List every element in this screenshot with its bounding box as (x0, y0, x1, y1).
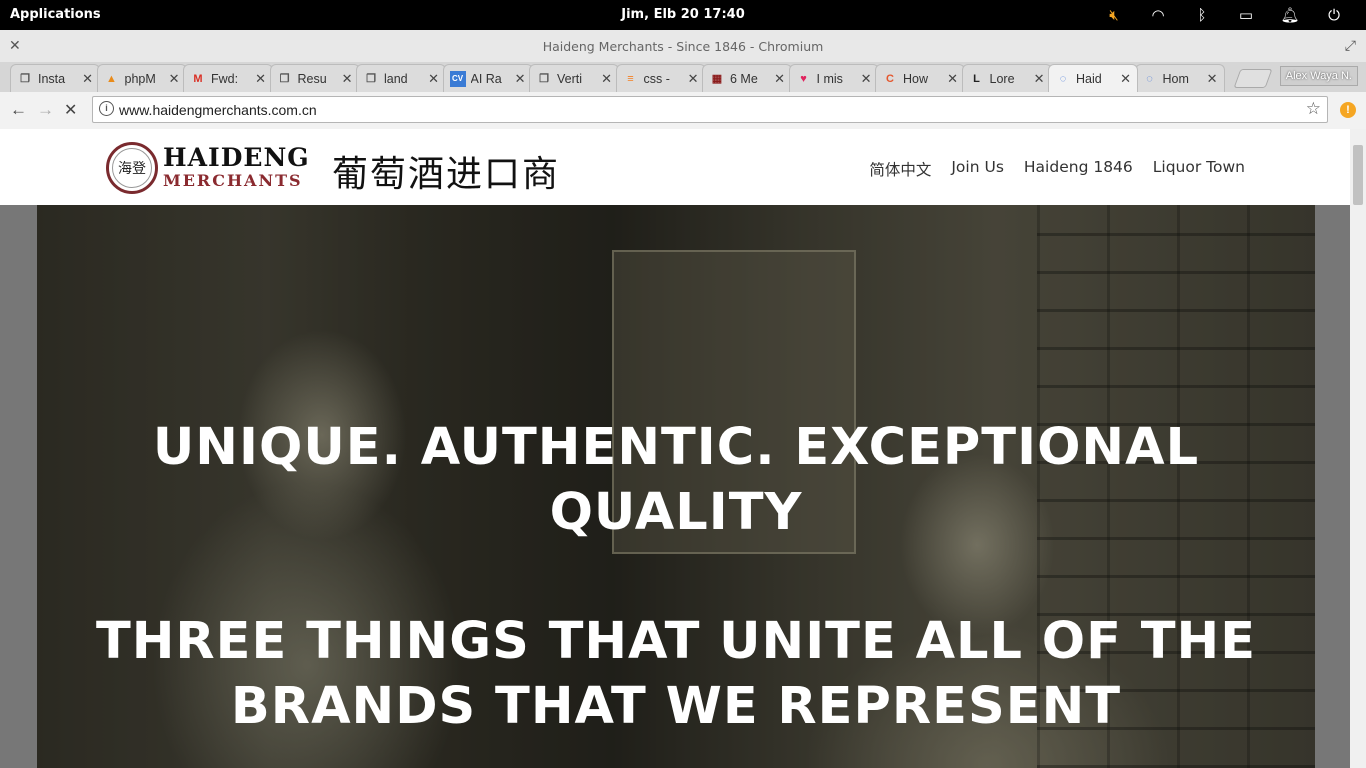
back-arrow-icon[interactable]: ← (10, 100, 27, 120)
window-titlebar: ✕ Haideng Merchants - Since 1846 - Chrom… (0, 30, 1366, 63)
stackoverflow-icon: ≡ (627, 72, 634, 85)
browser-tab[interactable]: ▲ phpM ✕ (96, 64, 187, 92)
tab-label: phpM (124, 71, 156, 86)
tab-close-icon[interactable]: ✕ (82, 71, 93, 87)
tab-close-icon[interactable]: ✕ (688, 71, 699, 87)
browser-tab[interactable]: ▦ 6 Me ✕ (702, 64, 792, 92)
c-icon: C (886, 72, 894, 85)
phpmyadmin-icon: ▲ (106, 72, 117, 85)
page-icon: ❐ (539, 73, 549, 85)
hero-headline-2: THREE THINGS THAT UNITE ALL OF THE BRAND… (95, 612, 1257, 736)
tab-label: AI Ra (470, 71, 502, 86)
tab-strip: ❐ Insta ✕ ▲ phpM ✕ M Fwd: ✕ ❐ Resu ✕ ❐ land ✕ CV AI Ra ✕ ❐… (0, 62, 1366, 92)
tab-close-icon[interactable]: ✕ (601, 71, 612, 87)
wifi-icon[interactable]: ◠ (1136, 6, 1180, 24)
browser-tab[interactable]: L Lore ✕ (961, 64, 1052, 92)
address-bar[interactable]: i www.haidengmerchants.com.cn ☆ (92, 96, 1328, 123)
tab-label: Hom (1162, 71, 1189, 86)
tab-label: Resu (297, 71, 327, 86)
hero-headline-1: UNIQUE. AUTHENTIC. EXCEPTIONAL QUALITY (152, 418, 1200, 542)
nav-link-chinese[interactable]: 简体中文 (869, 158, 931, 180)
url-text[interactable]: www.haidengmerchants.com.cn (119, 102, 317, 118)
browser-tab[interactable]: ♥ I mis ✕ (788, 64, 879, 92)
logo-seal-text: 海登 (118, 161, 146, 177)
site-nav: 简体中文 Join Us Haideng 1846 Liquor Town (869, 158, 1245, 180)
browser-tab[interactable]: M Fwd: ✕ (183, 64, 273, 92)
system-panel: Applications Jim, Elb 20 17:40 🔇︎ ◠ ᛒ ▭ … (0, 0, 1366, 30)
page-icon: ❐ (279, 73, 290, 85)
tab-label: How (903, 71, 929, 86)
logo-name-top[interactable]: HAIDENG (163, 143, 310, 172)
nav-link-haideng-1846[interactable]: Haideng 1846 (1024, 158, 1133, 180)
site-header: 海登 HAIDENG MERCHANTS 葡萄酒进口商 简体中文 Join Us… (0, 129, 1350, 205)
tab-label: 6 Me (730, 71, 758, 86)
cv-icon: CV (449, 70, 466, 87)
power-icon[interactable]: ⏻ (1312, 6, 1356, 24)
browser-tab[interactable]: ❐ Insta ✕ (10, 64, 100, 92)
bluetooth-icon[interactable]: ᛒ (1180, 6, 1224, 24)
nav-link-join-us[interactable]: Join Us (951, 158, 1004, 180)
tab-label: land (384, 71, 408, 86)
update-alert-icon[interactable]: ! (1340, 102, 1356, 118)
browser-tab[interactable]: ≡ css - ✕ (615, 64, 706, 92)
hero-banner: UNIQUE. AUTHENTIC. EXCEPTIONAL QUALITY T… (37, 205, 1315, 768)
tab-close-icon[interactable]: ✕ (169, 71, 180, 87)
tab-close-icon[interactable]: ✕ (515, 71, 526, 87)
system-tray: 🔇︎ ◠ ᛒ ▭ 🔔︎ ⏻ (1092, 4, 1356, 26)
window-title: Haideng Merchants - Since 1846 - Chromiu… (542, 39, 824, 54)
nav-link-liquor-town[interactable]: Liquor Town (1153, 158, 1245, 180)
bookmark-star-icon[interactable]: ☆ (1306, 99, 1321, 119)
loading-icon: ◌ (1059, 72, 1067, 85)
heart-icon: ♥ (800, 72, 807, 85)
tab-close-icon[interactable]: ✕ (1034, 71, 1045, 87)
tab-close-icon[interactable]: ✕ (1207, 71, 1218, 87)
notification-bell-icon[interactable]: 🔔︎ (1268, 6, 1312, 24)
tab-label: css - (643, 71, 670, 86)
tab-label: Haid (1076, 71, 1102, 86)
page-scrollbar[interactable] (1350, 129, 1366, 768)
site-info-icon[interactable]: i (99, 101, 114, 116)
grid-icon: ▦ (711, 73, 723, 85)
browser-tab[interactable]: ❐ land ✕ (356, 64, 446, 92)
restore-window-icon[interactable]: ⤢ (1345, 37, 1356, 54)
browser-tab[interactable]: ❐ Resu ✕ (269, 64, 360, 92)
gmail-icon: M (193, 72, 203, 85)
tab-close-icon[interactable]: ✕ (342, 71, 353, 87)
battery-icon[interactable]: ▭ (1224, 6, 1268, 24)
l-icon: L (973, 72, 980, 85)
browser-tab[interactable]: CV AI Ra ✕ (442, 64, 533, 92)
tab-close-icon[interactable]: ✕ (774, 71, 785, 87)
loading-icon: ◌ (1146, 72, 1153, 85)
tab-label: Verti (557, 71, 583, 86)
forward-arrow-icon[interactable]: → (37, 100, 54, 120)
tab-close-icon[interactable]: ✕ (255, 71, 266, 87)
profile-button[interactable]: Alex Waya N. (1279, 66, 1358, 86)
logo-chinese-name[interactable]: 葡萄酒进口商 (332, 145, 560, 197)
browser-toolbar: ← → ✕ i www.haidengmerchants.com.cn ☆ ! (0, 92, 1366, 130)
stop-loading-icon[interactable]: ✕ (64, 100, 77, 120)
tab-close-icon[interactable]: ✕ (1120, 71, 1131, 87)
volume-muted-icon[interactable]: 🔇︎ (1092, 6, 1136, 24)
tab-close-icon[interactable]: ✕ (428, 71, 439, 87)
browser-tab[interactable]: ◌ Hom ✕ (1134, 64, 1225, 92)
tab-close-icon[interactable]: ✕ (861, 71, 872, 87)
page-viewport: 海登 HAIDENG MERCHANTS 葡萄酒进口商 简体中文 Join Us… (0, 129, 1350, 768)
page-icon: ❐ (366, 73, 376, 85)
tab-label: Lore (989, 71, 1015, 86)
logo-seal[interactable]: 海登 (106, 142, 158, 194)
browser-tab[interactable]: ◌ Haid ✕ (1048, 64, 1138, 92)
page-icon: ❐ (20, 73, 30, 85)
tab-label: I mis (816, 71, 843, 86)
new-tab-button[interactable] (1233, 69, 1273, 88)
scrollbar-thumb[interactable] (1353, 145, 1363, 205)
tab-label: Fwd: (211, 71, 239, 86)
browser-tab[interactable]: ❐ Verti ✕ (529, 64, 619, 92)
tab-close-icon[interactable]: ✕ (947, 71, 958, 87)
logo-name-bottom[interactable]: MERCHANTS (163, 171, 303, 190)
browser-tab[interactable]: C How ✕ (875, 64, 965, 92)
tab-label: Insta (38, 71, 66, 86)
